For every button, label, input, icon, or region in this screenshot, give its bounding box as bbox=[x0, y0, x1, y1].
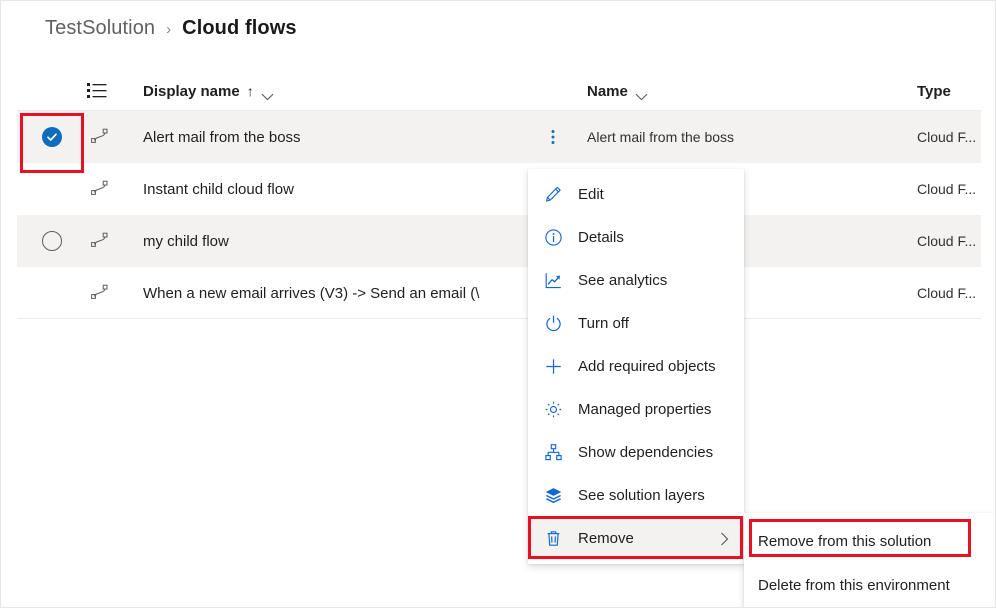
cloud-flow-icon bbox=[91, 180, 109, 196]
trash-icon bbox=[542, 528, 564, 550]
column-header-type-label: Type bbox=[917, 83, 951, 100]
menu-item-edit[interactable]: Edit bbox=[528, 173, 744, 216]
table-row[interactable]: Alert mail from the boss Alert mail from… bbox=[17, 111, 981, 163]
layers-icon bbox=[542, 485, 564, 507]
menu-item-add-required-objects-label: Add required objects bbox=[578, 358, 716, 375]
menu-item-show-dependencies[interactable]: Show dependencies bbox=[528, 431, 744, 474]
column-header-name[interactable]: Name bbox=[587, 71, 648, 111]
row-checkbox[interactable] bbox=[17, 111, 87, 163]
menu-item-see-solution-layers[interactable]: See solution layers bbox=[528, 474, 744, 517]
table-row[interactable]: When a new email arrives (V3) -> Send an… bbox=[17, 267, 981, 319]
row-checkbox[interactable] bbox=[17, 215, 87, 267]
plus-icon bbox=[542, 356, 564, 378]
menu-item-show-dependencies-label: Show dependencies bbox=[578, 444, 713, 461]
column-header-name-label: Name bbox=[587, 83, 628, 100]
cloud-flow-icon bbox=[91, 128, 109, 144]
power-icon bbox=[542, 313, 564, 335]
cell-display-name: Instant child cloud flow bbox=[143, 163, 294, 215]
row-checkbox[interactable] bbox=[17, 267, 87, 319]
menu-item-see-analytics-label: See analytics bbox=[578, 272, 667, 289]
cell-display-name: When a new email arrives (V3) -> Send an… bbox=[143, 267, 479, 319]
hierarchy-icon bbox=[542, 442, 564, 464]
cell-type: Cloud F... bbox=[917, 111, 976, 163]
gear-icon bbox=[542, 399, 564, 421]
menu-item-details[interactable]: Details bbox=[528, 216, 744, 259]
cloud-flow-icon bbox=[91, 284, 109, 300]
menu-item-remove[interactable]: Remove bbox=[528, 517, 744, 560]
cell-type: Cloud F... bbox=[917, 215, 976, 267]
column-header-type[interactable]: Type bbox=[917, 71, 951, 111]
menu-item-see-analytics[interactable]: See analytics bbox=[528, 259, 744, 302]
sort-ascending-icon: ↑ bbox=[247, 84, 254, 98]
cell-display-name: Alert mail from the boss bbox=[143, 111, 301, 163]
page-title: Cloud flows bbox=[182, 17, 296, 40]
breadcrumb-separator-icon: › bbox=[166, 22, 171, 37]
grid-header-row: Display name ↑ Name Type bbox=[17, 71, 981, 111]
breadcrumb: TestSolution › Cloud flows bbox=[45, 11, 297, 45]
cell-type: Cloud F... bbox=[917, 163, 976, 215]
menu-item-edit-label: Edit bbox=[578, 186, 604, 203]
cell-name: Alert mail from the boss bbox=[587, 111, 734, 163]
menu-item-add-required-objects[interactable]: Add required objects bbox=[528, 345, 744, 388]
menu-item-turn-off[interactable]: Turn off bbox=[528, 302, 744, 345]
unchecked-circle-icon bbox=[42, 231, 62, 251]
cell-type: Cloud F... bbox=[917, 267, 976, 319]
column-header-display-name-label: Display name bbox=[143, 83, 240, 100]
menu-item-remove-from-this-solution[interactable]: Remove from this solution bbox=[744, 519, 996, 563]
list-view-icon[interactable] bbox=[87, 82, 107, 100]
chevron-down-icon[interactable] bbox=[261, 88, 274, 96]
column-header-display-name[interactable]: Display name ↑ bbox=[143, 71, 274, 111]
checkmark-icon bbox=[42, 127, 62, 147]
cloud-flow-icon bbox=[91, 232, 109, 248]
menu-item-delete-from-this-environment[interactable]: Delete from this environment bbox=[744, 563, 996, 607]
menu-item-details-label: Details bbox=[578, 229, 624, 246]
analytics-icon bbox=[542, 270, 564, 292]
table-row[interactable]: my child flow Cloud F... bbox=[17, 215, 981, 267]
chevron-right-icon bbox=[720, 532, 730, 546]
menu-item-managed-properties-label: Managed properties bbox=[578, 401, 711, 418]
row-more-actions-icon[interactable] bbox=[541, 111, 565, 163]
menu-item-managed-properties[interactable]: Managed properties bbox=[528, 388, 744, 431]
row-context-menu: Edit Details See analytics bbox=[528, 169, 744, 564]
cell-display-name: my child flow bbox=[143, 215, 229, 267]
remove-submenu: Remove from this solution Delete from th… bbox=[744, 513, 996, 608]
cloud-flows-page: TestSolution › Cloud flows Display name … bbox=[0, 0, 996, 608]
pencil-icon bbox=[542, 184, 564, 206]
menu-item-turn-off-label: Turn off bbox=[578, 315, 629, 332]
cloud-flows-grid: Display name ↑ Name Type bbox=[17, 71, 981, 319]
info-icon bbox=[542, 227, 564, 249]
breadcrumb-parent-link[interactable]: TestSolution bbox=[45, 17, 155, 40]
menu-item-see-solution-layers-label: See solution layers bbox=[578, 487, 705, 504]
table-row[interactable]: Instant child cloud flow Cloud F... bbox=[17, 163, 981, 215]
row-checkbox[interactable] bbox=[17, 163, 87, 215]
menu-item-remove-label: Remove bbox=[578, 530, 634, 547]
chevron-down-icon[interactable] bbox=[635, 88, 648, 96]
